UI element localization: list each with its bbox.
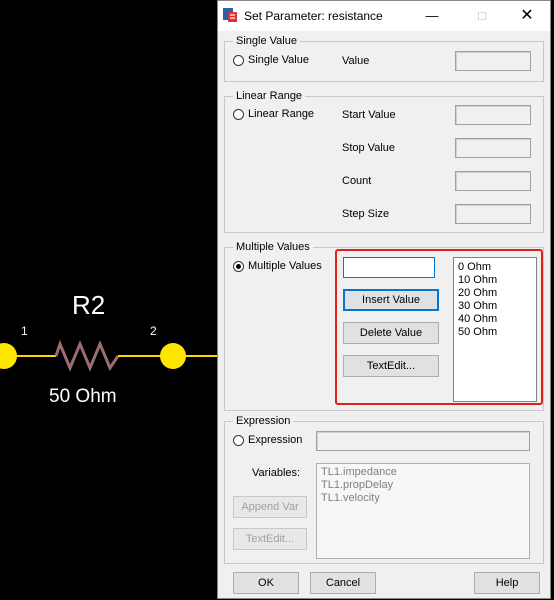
expression-radio-label: Expression: [248, 434, 303, 446]
component-ref: R2: [72, 290, 106, 320]
multiple-values-list[interactable]: 0 Ohm 10 Ohm 20 Ohm 30 Ohm 40 Ohm 50 Ohm: [453, 257, 537, 402]
single-value-group-title: Single Value: [233, 35, 300, 47]
multiple-value-input[interactable]: [343, 257, 435, 278]
ok-button[interactable]: OK: [233, 572, 299, 594]
pin2-label: 2: [150, 324, 157, 338]
cancel-button[interactable]: Cancel: [310, 572, 376, 594]
list-item[interactable]: 40 Ohm: [454, 313, 536, 326]
list-item[interactable]: TL1.propDelay: [317, 479, 529, 492]
close-icon[interactable]: ✕: [514, 6, 540, 26]
list-item[interactable]: 30 Ohm: [454, 300, 536, 313]
list-item[interactable]: TL1.velocity: [317, 492, 529, 505]
dialog-title: Set Parameter: resistance: [244, 9, 383, 23]
expression-field[interactable]: [316, 431, 530, 451]
resistor-symbol[interactable]: [54, 339, 120, 372]
expression-group-title: Expression: [233, 415, 294, 427]
value-field[interactable]: [455, 51, 531, 71]
maximize-icon[interactable]: □: [469, 6, 495, 26]
linear-range-group-title: Linear Range: [233, 90, 306, 102]
minimize-icon[interactable]: —: [419, 6, 445, 26]
linear-range-radio[interactable]: [233, 109, 244, 120]
expression-textedit-button[interactable]: TextEdit...: [233, 528, 307, 550]
multiple-values-radio-label: Multiple Values: [248, 260, 322, 272]
step-size-field[interactable]: [455, 204, 531, 224]
stop-value-field[interactable]: [455, 138, 531, 158]
component-value: 50 Ohm: [49, 386, 117, 407]
set-parameter-dialog: Set Parameter: resistance — □ ✕ Single V…: [217, 0, 551, 599]
pin1-label: 1: [21, 324, 28, 338]
single-value-radio-label: Single Value: [248, 54, 309, 66]
multiple-values-radio[interactable]: [233, 261, 244, 272]
textedit-button[interactable]: TextEdit...: [343, 355, 439, 377]
append-var-button[interactable]: Append Var: [233, 496, 307, 518]
pin2-node[interactable]: [160, 343, 186, 369]
app-icon: [223, 8, 237, 22]
value-label: Value: [342, 55, 370, 67]
expression-radio[interactable]: [233, 435, 244, 446]
count-field[interactable]: [455, 171, 531, 191]
list-item[interactable]: 10 Ohm: [454, 274, 536, 287]
list-item[interactable]: 20 Ohm: [454, 287, 536, 300]
pin1-node[interactable]: [0, 343, 17, 369]
stop-value-label: Stop Value: [342, 142, 396, 154]
list-item[interactable]: 0 Ohm: [454, 261, 536, 274]
variables-list[interactable]: TL1.impedance TL1.propDelay TL1.velocity: [316, 463, 530, 559]
variables-label: Variables:: [252, 467, 301, 479]
start-value-label: Start Value: [342, 109, 396, 121]
list-item[interactable]: TL1.impedance: [317, 466, 529, 479]
linear-range-radio-label: Linear Range: [248, 108, 315, 120]
delete-value-button[interactable]: Delete Value: [343, 322, 439, 344]
help-button[interactable]: Help: [474, 572, 540, 594]
count-label: Count: [342, 175, 372, 187]
start-value-field[interactable]: [455, 105, 531, 125]
title-bar[interactable]: Set Parameter: resistance — □ ✕: [218, 1, 550, 31]
single-value-radio[interactable]: [233, 55, 244, 66]
multiple-values-group-title: Multiple Values: [233, 241, 313, 253]
insert-value-button[interactable]: Insert Value: [343, 289, 439, 311]
list-item[interactable]: 50 Ohm: [454, 326, 536, 339]
step-size-label: Step Size: [342, 208, 390, 220]
